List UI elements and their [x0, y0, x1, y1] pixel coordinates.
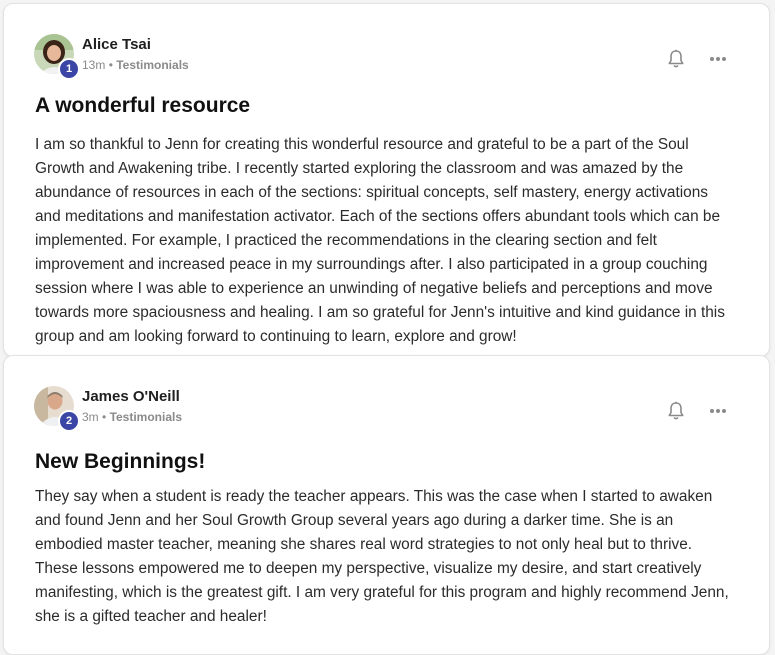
post-title[interactable]: A wonderful resource [35, 94, 250, 118]
bell-icon[interactable] [665, 400, 687, 422]
meta-separator: • [108, 57, 113, 72]
post-meta: James O'Neill 3m • Testimonials [82, 388, 182, 425]
bell-icon[interactable] [665, 48, 687, 70]
more-horizontal-icon[interactable] [707, 48, 729, 70]
author-name[interactable]: Alice Tsai [82, 36, 189, 54]
post-header: 1 Alice Tsai 13m • Testimonials [34, 34, 189, 80]
post-title[interactable]: New Beginnings! [35, 450, 205, 474]
post-card[interactable]: 2 James O'Neill 3m • Testimonials New Be… [3, 355, 770, 655]
post-subline: 3m • Testimonials [82, 409, 182, 425]
post-body: I am so thankful to Jenn for creating th… [35, 136, 725, 345]
post-actions [665, 400, 729, 422]
post-subline: 13m • Testimonials [82, 57, 189, 73]
post-actions [665, 48, 729, 70]
more-horizontal-icon[interactable] [707, 400, 729, 422]
rank-badge: 2 [58, 410, 80, 432]
post-body: They say when a student is ready the tea… [35, 488, 729, 625]
post-meta: Alice Tsai 13m • Testimonials [82, 36, 189, 73]
author-name[interactable]: James O'Neill [82, 388, 182, 406]
post-category[interactable]: Testimonials [110, 410, 182, 424]
avatar[interactable]: 2 [34, 386, 80, 432]
post-time: 3m [82, 409, 99, 424]
post-card[interactable]: 1 Alice Tsai 13m • Testimonials A wonder… [3, 3, 770, 357]
post-category[interactable]: Testimonials [116, 58, 188, 72]
meta-separator: • [102, 409, 107, 424]
rank-badge: 1 [58, 58, 80, 80]
post-time: 13m [82, 57, 106, 72]
avatar[interactable]: 1 [34, 34, 80, 80]
post-header: 2 James O'Neill 3m • Testimonials [34, 386, 182, 432]
